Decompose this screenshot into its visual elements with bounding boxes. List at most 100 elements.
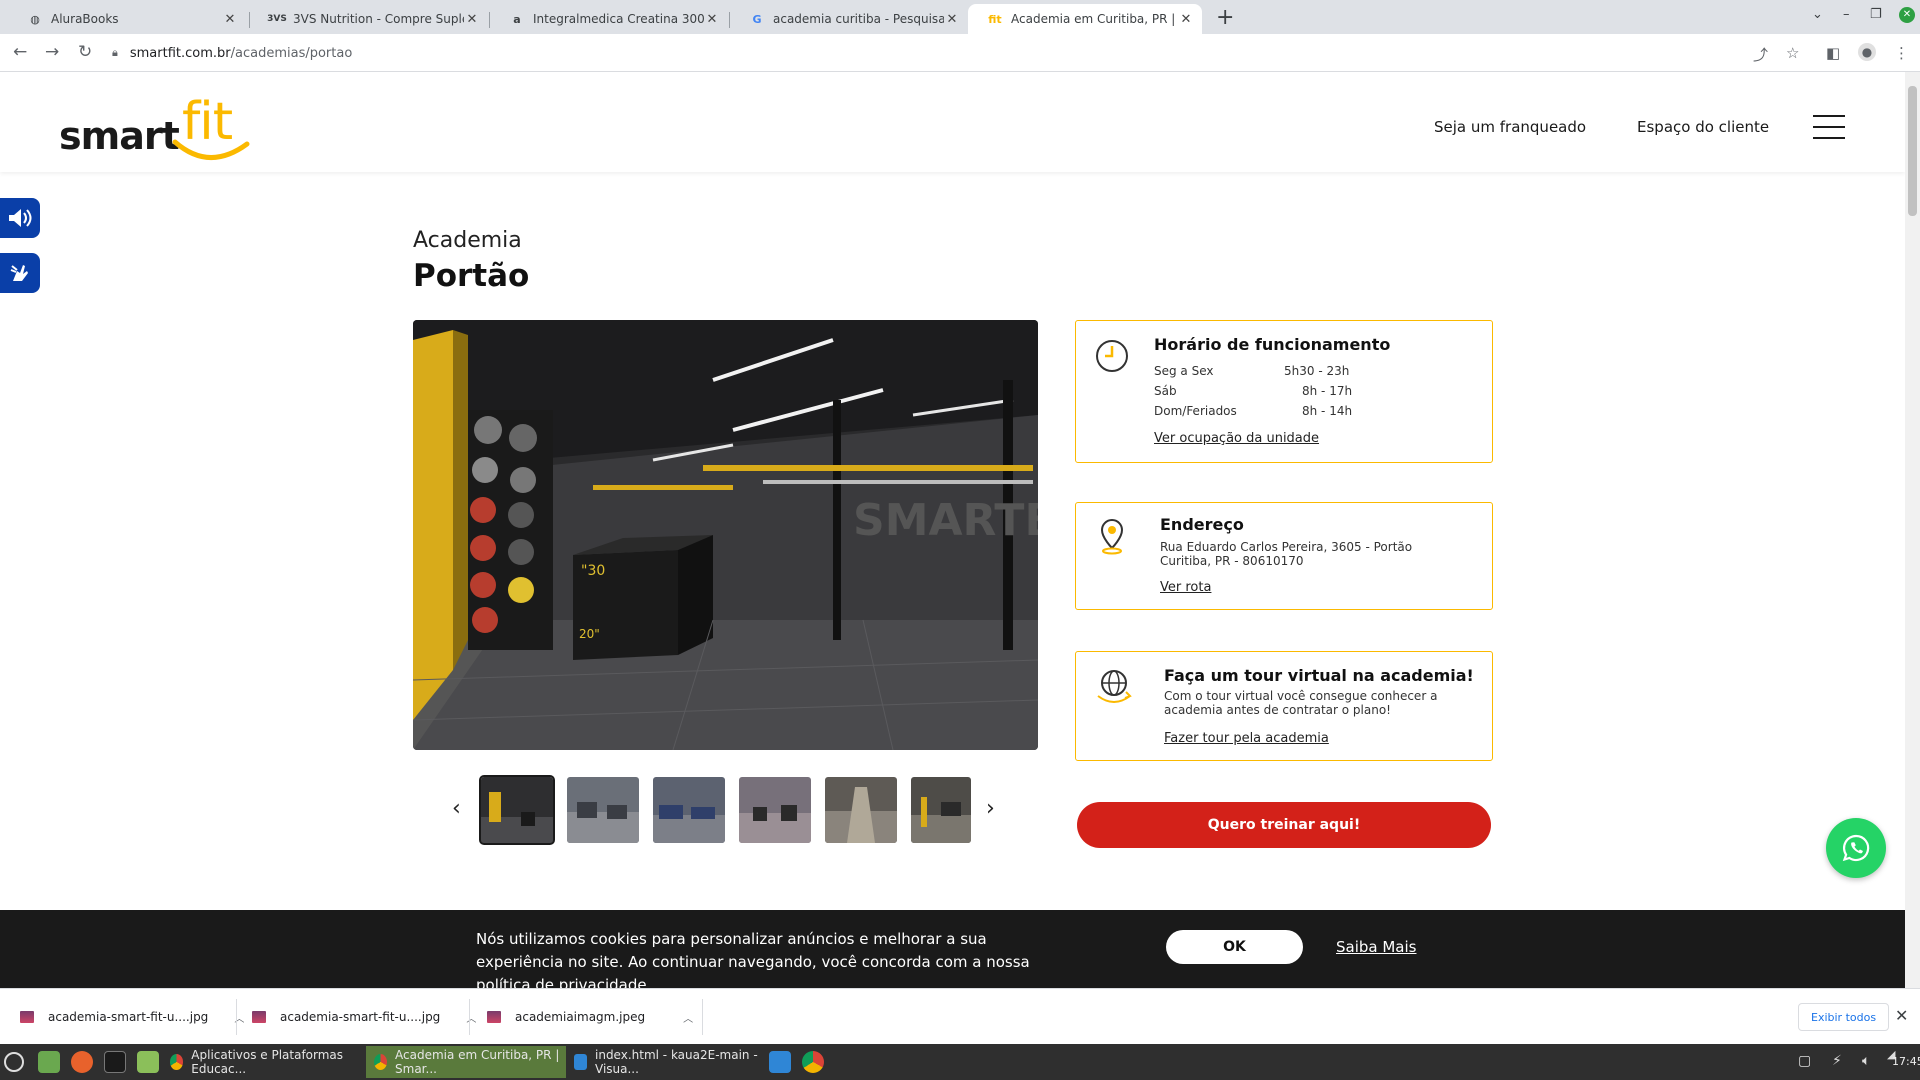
cookie-banner: Nós utilizamos cookies para personalizar… [0, 910, 1905, 988]
address-card: Endereço Rua Eduardo Carlos Pereira, 360… [1075, 502, 1493, 610]
thumbnail-image [567, 777, 639, 843]
downloads-bar: academia-smart-fit-u....jpg ︿ academia-s… [0, 988, 1920, 1044]
volume-icon[interactable]: 🔈︎ [1862, 1053, 1870, 1069]
tab-smartfit[interactable]: fit Academia em Curitiba, PR | Smart Fit… [968, 4, 1202, 34]
terminal-icon[interactable] [104, 1051, 126, 1073]
page-scrollbar[interactable] [1905, 72, 1920, 988]
carousel-thumbnail[interactable] [739, 777, 811, 843]
chrome-launcher-icon[interactable] [802, 1051, 824, 1073]
virtual-tour-globe-icon [1097, 670, 1132, 703]
tab-search-icon[interactable]: ⌄ [1812, 7, 1823, 22]
browser-toolbar: ← → ↻ 🔒︎ smartfit.com.br/academias/porta… [0, 34, 1920, 72]
taskbar-window-item[interactable]: Aplicativos e Plataformas Educac... [162, 1046, 366, 1078]
image-file-icon [20, 1011, 34, 1023]
show-desktop-icon[interactable] [38, 1051, 60, 1073]
taskbar-window-item[interactable]: index.html - kaua2E-main - Visua... [566, 1046, 766, 1078]
minimize-icon[interactable]: – [1843, 7, 1850, 22]
close-tab-icon[interactable]: ✕ [1178, 12, 1194, 27]
want-to-train-here-button[interactable]: Quero treinar aqui! [1077, 802, 1491, 848]
vscode-launcher-icon[interactable] [769, 1051, 791, 1073]
map-pin-icon [1100, 518, 1124, 555]
taskbar-window-label: Academia em Curitiba, PR | Smar... [395, 1048, 560, 1076]
3vs-favicon-icon: 3VS [267, 14, 287, 24]
tab-integralmedica[interactable]: a Integralmedica Creatina 300g Mono ✕ [490, 4, 728, 34]
view-route-link[interactable]: Ver rota [1160, 580, 1211, 595]
nav-client-area-link[interactable]: Espaço do cliente [1637, 118, 1769, 136]
notifications-icon[interactable]: ▢ [1798, 1053, 1811, 1069]
close-tab-icon[interactable]: ✕ [944, 12, 960, 27]
carousel-prev-icon[interactable]: ‹ [452, 796, 461, 821]
carousel-thumbnail[interactable] [567, 777, 639, 843]
close-window-icon[interactable]: ✕ [1899, 7, 1915, 23]
lock-icon[interactable]: 🔒︎ [112, 46, 118, 60]
page-viewport: smart fit Seja um franqueado Espaço do c… [0, 72, 1905, 988]
address-bar[interactable]: 🔒︎ smartfit.com.br/academias/portao [108, 38, 1798, 68]
carousel-thumbnail[interactable] [653, 777, 725, 843]
download-item[interactable]: academia-smart-fit-u....jpg ︿ [252, 989, 476, 1045]
gym-photo[interactable]: "30 20" SMARTBOX [413, 320, 1038, 750]
bookmark-star-icon[interactable]: ☆ [1786, 44, 1799, 62]
carousel-thumbnail[interactable] [911, 777, 971, 843]
system-clock: 17:45 [1892, 1055, 1920, 1068]
hours-time: 8h - 17h [1302, 384, 1353, 398]
view-occupancy-link[interactable]: Ver ocupação da unidade [1154, 431, 1319, 446]
image-file-icon [252, 1011, 266, 1023]
close-tab-icon[interactable]: ✕ [704, 12, 720, 27]
hamburger-menu-icon[interactable] [1813, 115, 1845, 139]
nav-franchise-link[interactable]: Seja um franqueado [1434, 118, 1586, 136]
download-filename: academiaimagm.jpeg [515, 1010, 646, 1024]
tab-3vs-nutrition[interactable]: 3VS 3VS Nutrition - Compre Suplementos ✕ [250, 4, 488, 34]
power-icon[interactable]: ⚡ [1832, 1053, 1842, 1069]
audio-accessibility-button[interactable] [0, 198, 40, 238]
chrome-icon [170, 1054, 184, 1070]
side-panel-icon[interactable]: ◧ [1826, 44, 1840, 62]
cookie-learn-more-link[interactable]: Saiba Mais [1336, 938, 1416, 956]
address-line-1: Rua Eduardo Carlos Pereira, 3605 - Portã… [1160, 540, 1413, 554]
sign-language-button[interactable] [0, 253, 40, 293]
restore-icon[interactable]: ❐ [1870, 7, 1882, 22]
firefox-icon[interactable] [71, 1051, 93, 1073]
chevron-up-icon[interactable]: ︿ [683, 1010, 693, 1025]
carousel-next-icon[interactable]: › [986, 796, 995, 821]
download-item[interactable]: academiaimagm.jpeg ︿ [487, 989, 693, 1045]
thumbnail-image [739, 777, 811, 843]
cookie-ok-button[interactable]: OK [1166, 930, 1303, 964]
start-menu-icon[interactable] [4, 1052, 24, 1072]
show-all-downloads-button[interactable]: Exibir todos [1798, 1003, 1890, 1031]
forward-icon[interactable]: → [45, 42, 59, 62]
os-taskbar: Aplicativos e Plataformas Educac... Acad… [0, 1044, 1920, 1080]
tab-title: Academia em Curitiba, PR | Smart Fit [1011, 12, 1178, 26]
back-icon[interactable]: ← [13, 42, 27, 62]
whatsapp-button[interactable] [1826, 818, 1886, 878]
menu-kebab-icon[interactable]: ⋮ [1894, 44, 1909, 62]
image-file-icon [487, 1011, 501, 1023]
profile-icon[interactable]: ● [1858, 43, 1876, 61]
tab-alurabooks[interactable]: ◍ AluraBooks ✕ [8, 4, 246, 34]
hours-day: Seg a Sex [1154, 364, 1214, 378]
scrollbar-thumb[interactable] [1908, 86, 1917, 216]
download-item[interactable]: academia-smart-fit-u....jpg ︿ [20, 989, 244, 1045]
carousel-thumbnail[interactable] [825, 777, 897, 843]
svg-text:20": 20" [579, 627, 600, 641]
close-tab-icon[interactable]: ✕ [222, 12, 238, 27]
tab-title: AluraBooks [51, 12, 119, 26]
new-tab-button[interactable]: + [1216, 5, 1234, 30]
tab-title: academia curitiba - Pesquisa Google [773, 12, 944, 26]
speaker-icon [9, 209, 32, 227]
carousel-thumbnail[interactable] [479, 775, 555, 845]
whatsapp-icon [1842, 834, 1870, 862]
hours-time: 8h - 14h [1302, 404, 1353, 418]
files-icon[interactable] [137, 1051, 159, 1073]
close-tab-icon[interactable]: ✕ [464, 12, 480, 27]
share-icon[interactable]: ⤴ [1753, 44, 1768, 65]
svg-text:SMARTBOX: SMARTBOX [853, 495, 1038, 546]
close-downloads-icon[interactable]: ✕ [1895, 1006, 1908, 1025]
virtual-tour-link[interactable]: Fazer tour pela academia [1164, 731, 1329, 746]
taskbar-window-item[interactable]: Academia em Curitiba, PR | Smar... [366, 1046, 566, 1078]
chrome-icon [374, 1054, 388, 1070]
thumbnail-image [911, 777, 971, 843]
tab-google-search[interactable]: G academia curitiba - Pesquisa Google ✕ [730, 4, 968, 34]
hours-day: Sáb [1154, 384, 1177, 398]
chevron-up-icon[interactable]: ︿ [466, 1010, 476, 1025]
reload-icon[interactable]: ↻ [78, 42, 92, 62]
